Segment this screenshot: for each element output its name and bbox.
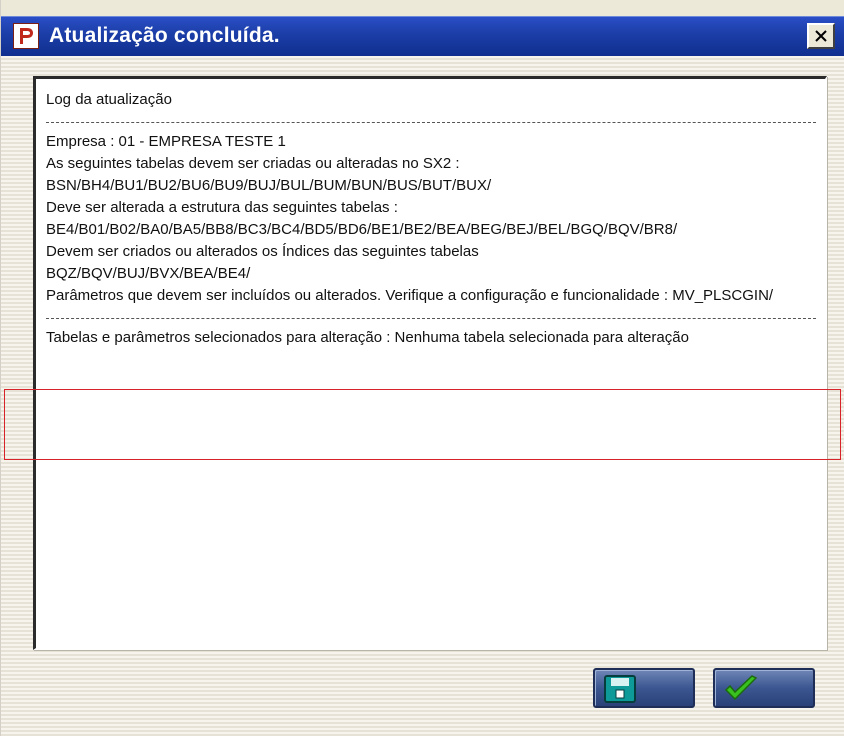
title-bar[interactable]: Atualização concluída.: [1, 16, 844, 56]
separator-line: [46, 318, 816, 321]
window-title: Atualização concluída.: [49, 24, 280, 47]
log-line: Empresa : 01 - EMPRESA TESTE 1: [46, 133, 286, 150]
save-button[interactable]: [593, 668, 695, 708]
log-summary: Tabelas e parâmetros selecionados para a…: [46, 329, 689, 346]
log-line: As seguintes tabelas devem ser criadas o…: [46, 155, 460, 172]
log-text-area[interactable]: Log da atualização Empresa : 01 - EMPRES…: [33, 76, 827, 650]
log-line: Parâmetros que devem ser incluídos ou al…: [46, 287, 774, 304]
separator-line: [46, 122, 816, 125]
app-logo-icon: [13, 23, 39, 49]
log-line: BQZ/BQV/BUJ/BVX/BEA/BE4/: [46, 265, 251, 282]
save-disk-icon: [604, 675, 636, 703]
log-line: Devem ser criados ou alterados os Índice…: [46, 243, 479, 260]
checkmark-icon: [724, 675, 758, 701]
dialog-window: Atualização concluída. Log da atualizaçã…: [0, 0, 844, 736]
log-line: BSN/BH4/BU1/BU2/BU6/BU9/BUJ/BUL/BUM/BUN/…: [46, 177, 492, 194]
log-line: Deve ser alterada a estrutura das seguin…: [46, 199, 398, 216]
highlight-annotation: [4, 389, 841, 460]
ok-button[interactable]: [713, 668, 815, 708]
close-icon: [815, 30, 827, 42]
log-heading: Log da atualização: [46, 91, 172, 108]
log-line: BE4/B01/B02/BA0/BA5/BB8/BC3/BC4/BD5/BD6/…: [46, 221, 678, 238]
close-button[interactable]: [807, 23, 835, 49]
